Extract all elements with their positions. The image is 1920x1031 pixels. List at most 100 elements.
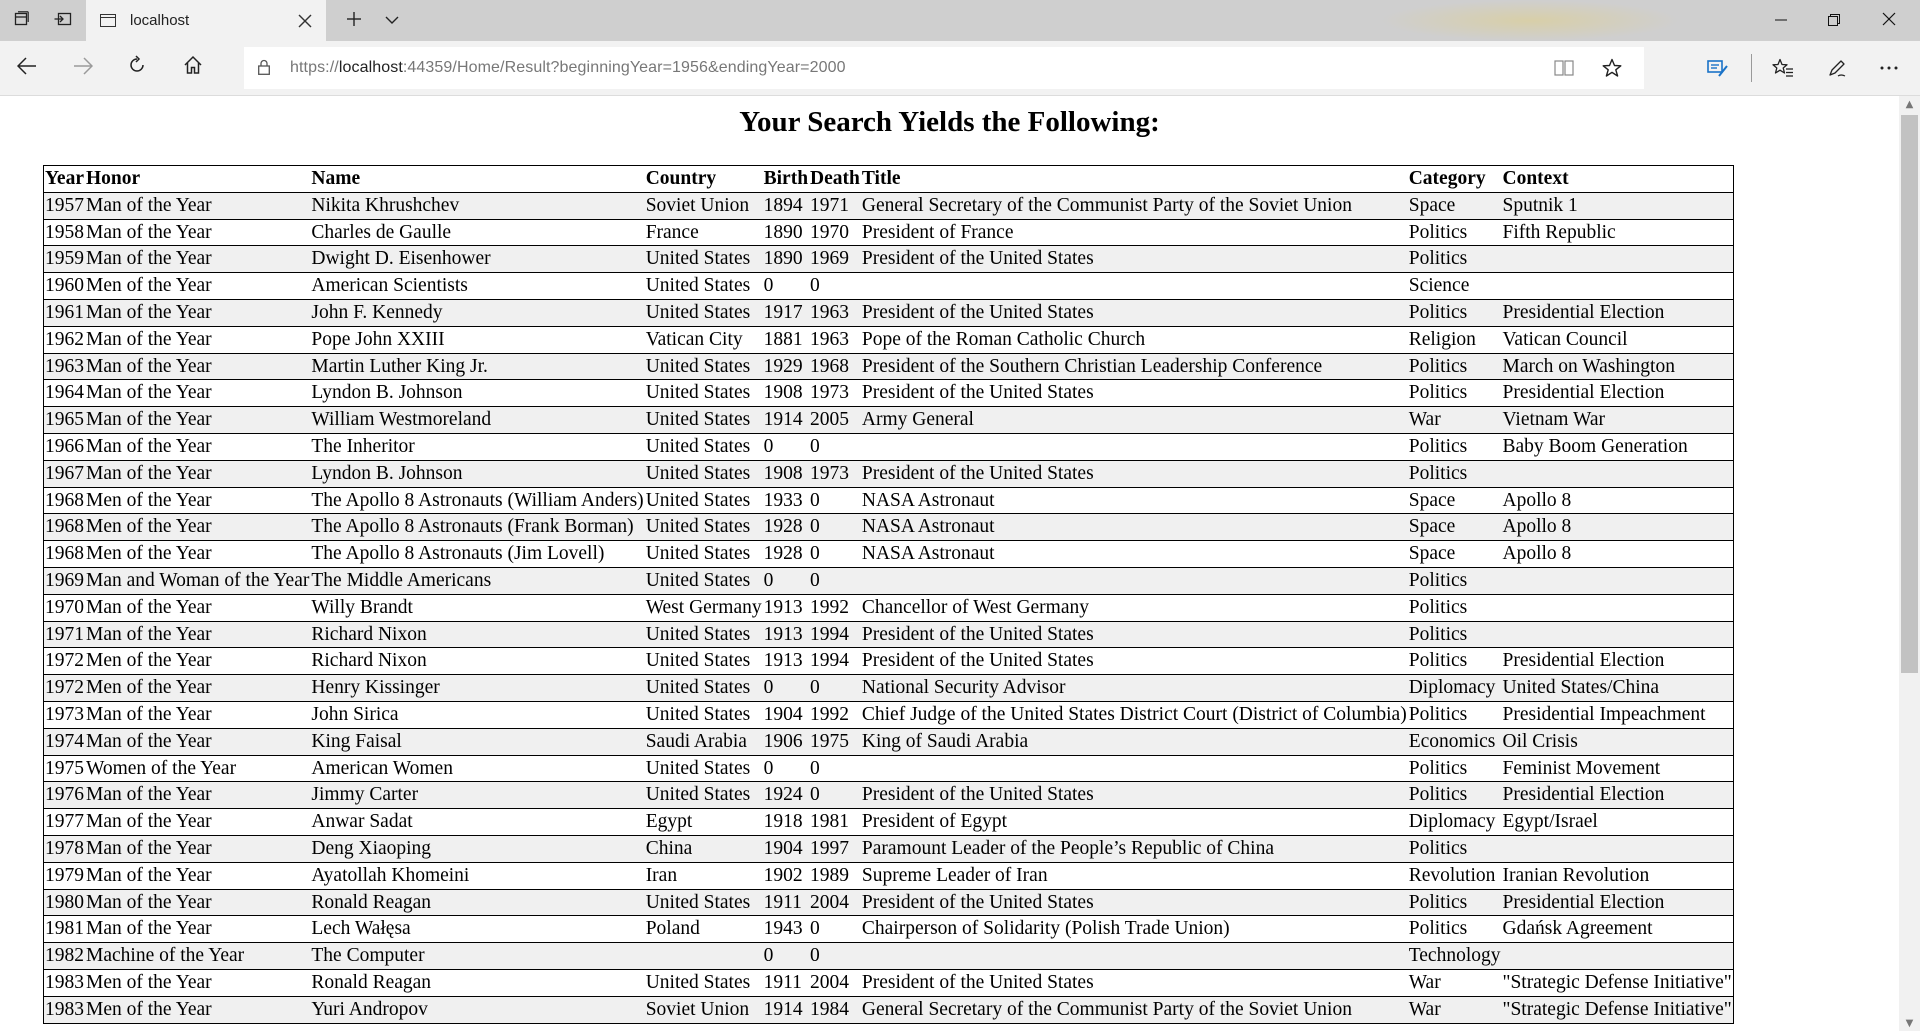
table-row: 1976 Man of the Year Jimmy Carter United St…: [43, 781, 1734, 810]
column-header-context: Context: [1501, 165, 1734, 193]
reading-view-icon[interactable]: [1546, 47, 1582, 89]
cell-birth: 0: [762, 942, 810, 970]
cell-country: United States: [644, 433, 763, 461]
tab-close-icon[interactable]: [298, 0, 312, 41]
table-row: 1974 Man of the Year King Faisal Saudi Arab…: [43, 728, 1734, 756]
cell-category: Politics: [1407, 647, 1502, 676]
cell-year: 1972: [43, 674, 85, 702]
cell-birth: 1913: [762, 594, 810, 622]
cell-category: Space: [1407, 487, 1502, 515]
cell-birth: 1928: [762, 513, 810, 542]
toolbar-separator: [1751, 54, 1752, 82]
cell-death: 1963: [809, 326, 861, 354]
column-header-category: Category: [1407, 165, 1502, 193]
table-row: 1970 Man of the Year Willy Brandt West Germ…: [43, 594, 1734, 622]
cell-title: President of the United States: [860, 245, 1408, 274]
table-row: 1979 Man of the Year Ayatollah Khomeini Ira…: [43, 862, 1734, 890]
cell-context: Vatican Council: [1501, 326, 1734, 354]
new-tab-button[interactable]: [334, 0, 374, 41]
cell-country: United States: [644, 567, 763, 595]
scroll-up-icon[interactable]: ▲: [1899, 96, 1920, 112]
favorites-icon[interactable]: [1760, 41, 1806, 95]
cell-name: The Apollo 8 Astronauts (Frank Borman): [310, 513, 645, 542]
cell-death: 0: [809, 781, 861, 810]
cell-name: Anwar Sadat: [310, 808, 645, 836]
navigation-bar: https://localhost:44359/Home/Result?begi…: [0, 41, 1920, 96]
set-tabs-aside-icon: [54, 11, 72, 31]
url-scheme: https://: [290, 59, 339, 76]
vertical-scrollbar[interactable]: ▲ ▼: [1899, 96, 1920, 1031]
table-row: 1957 Man of the Year Nikita Khrushchev Sovi…: [43, 192, 1734, 220]
cell-country: United States: [644, 889, 763, 917]
cell-birth: 1914: [762, 406, 810, 434]
cell-category: Politics: [1407, 353, 1502, 381]
pen-icon[interactable]: [1814, 41, 1860, 95]
table-row: 1960 Men of the Year American Scientists Un…: [43, 272, 1734, 300]
back-button[interactable]: [4, 41, 50, 95]
cell-country: United States: [644, 487, 763, 515]
cell-honor: Man of the Year: [85, 835, 311, 863]
cell-category: Politics: [1407, 701, 1502, 729]
cell-birth: 1911: [762, 889, 810, 917]
cell-birth: 1924: [762, 781, 810, 810]
restore-button[interactable]: [1811, 0, 1857, 41]
cell-context: Baby Boom Generation: [1501, 433, 1734, 461]
cell-birth: 1911: [762, 969, 810, 997]
cell-honor: Man of the Year: [85, 862, 311, 890]
cell-birth: 1913: [762, 647, 810, 676]
cell-honor: Man of the Year: [85, 808, 311, 836]
cell-title: [860, 755, 1408, 783]
cell-name: Willy Brandt: [310, 594, 645, 622]
cell-category: Politics: [1407, 460, 1502, 488]
cell-title: [860, 272, 1408, 300]
plus-icon: [346, 11, 362, 31]
cell-context: Iranian Revolution: [1501, 862, 1734, 890]
cell-birth: 1914: [762, 996, 810, 1024]
cell-birth: 1881: [762, 326, 810, 354]
tab-localhost[interactable]: localhost: [86, 0, 326, 41]
cell-context: Presidential Election: [1501, 299, 1734, 327]
lock-icon[interactable]: [258, 59, 270, 75]
more-options-icon[interactable]: [1866, 41, 1912, 95]
close-icon: [1882, 11, 1896, 30]
close-window-button[interactable]: [1866, 0, 1912, 41]
scroll-down-icon[interactable]: ▼: [1899, 1015, 1920, 1031]
cell-year: 1980: [43, 889, 85, 917]
set-tabs-aside-button[interactable]: [42, 0, 84, 41]
star-icon[interactable]: [1594, 47, 1630, 89]
url-text[interactable]: https://localhost:44359/Home/Result?begi…: [290, 47, 846, 89]
tab-list-button[interactable]: [374, 0, 410, 41]
cell-honor: Man of the Year: [85, 353, 311, 381]
cell-name: Pope John XXIII: [310, 326, 645, 354]
table-row: 1966 Man of the Year The Inheritor United S…: [43, 433, 1734, 461]
cell-country: [644, 942, 763, 970]
home-button[interactable]: [170, 41, 216, 95]
cell-death: 2004: [809, 889, 861, 917]
tab-actions-button[interactable]: [0, 0, 42, 41]
cell-title: President of the United States: [860, 460, 1408, 488]
column-header-title: Title: [860, 165, 1408, 193]
cell-title: King of Saudi Arabia: [860, 728, 1408, 756]
address-bar[interactable]: https://localhost:44359/Home/Result?begi…: [244, 47, 1644, 89]
cell-title: Supreme Leader of Iran: [860, 862, 1408, 890]
cell-category: Religion: [1407, 326, 1502, 354]
cell-title: [860, 567, 1408, 595]
table-row: 1965 Man of the Year William Westmoreland U…: [43, 406, 1734, 434]
column-header-name: Name: [310, 165, 645, 193]
results-table-body: 1957 Man of the Year Nikita Khrushchev Sovi…: [43, 192, 1734, 1024]
cell-year: 1967: [43, 460, 85, 488]
cell-context: "Strategic Defense Initiative": [1501, 969, 1734, 997]
scrollbar-thumb[interactable]: [1901, 115, 1918, 673]
minimize-button[interactable]: [1758, 0, 1804, 41]
page-title: Your Search Yields the Following:: [739, 106, 1160, 138]
cell-name: Lech Wałęsa: [310, 915, 645, 944]
cell-death: 1994: [809, 621, 861, 649]
refresh-button[interactable]: [114, 41, 160, 95]
cell-honor: Man of the Year: [85, 621, 311, 649]
cell-name: Richard Nixon: [310, 647, 645, 676]
cell-honor: Machine of the Year: [85, 942, 311, 970]
translate-extension-icon[interactable]: [1695, 41, 1741, 95]
forward-button[interactable]: [60, 41, 106, 95]
cell-category: Politics: [1407, 755, 1502, 783]
cell-category: Politics: [1407, 219, 1502, 247]
